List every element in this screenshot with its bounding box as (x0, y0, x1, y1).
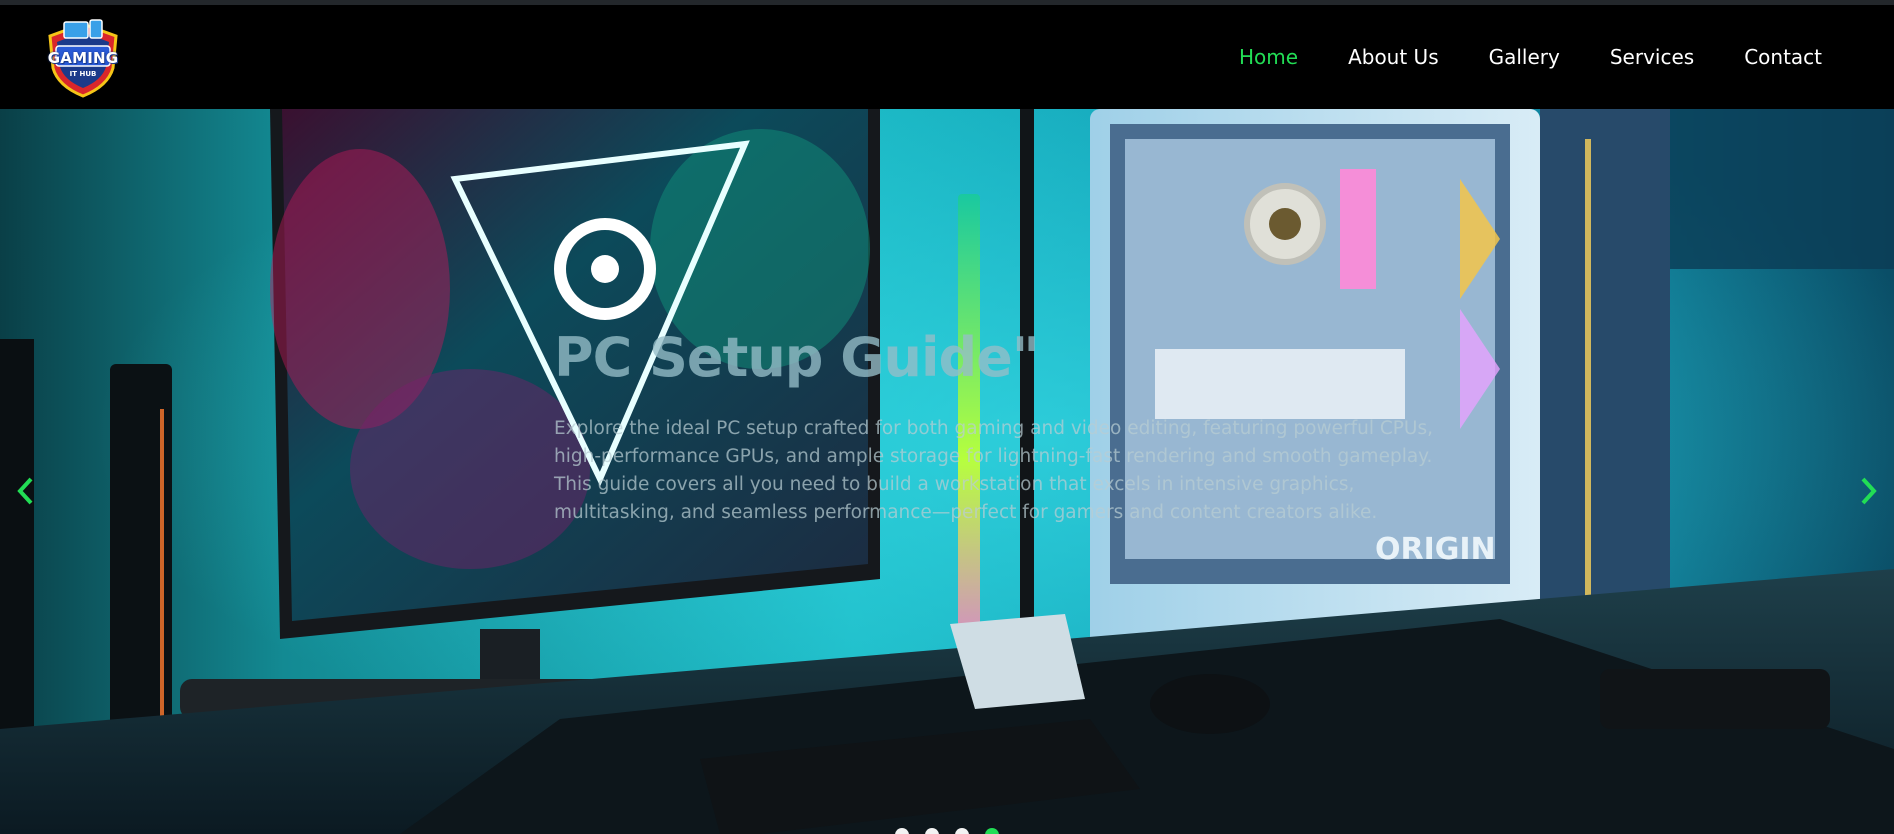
hero-title: PC Setup Guide" (554, 326, 1040, 389)
chevron-left-icon (17, 477, 33, 505)
logo-text: GAMING (47, 49, 119, 67)
carousel-indicators (0, 828, 1894, 834)
hero-caption: PC Setup Guide" Explore the ideal PC set… (554, 327, 1474, 527)
chevron-right-icon (1861, 477, 1877, 505)
navbar: GAMING IT HUB Home About Us Gallery Serv… (0, 5, 1894, 109)
carousel-next-button[interactable] (1848, 467, 1888, 515)
nav-home[interactable]: Home (1239, 45, 1298, 69)
brand-logo[interactable]: GAMING IT HUB (42, 18, 124, 100)
carousel-prev-button[interactable] (6, 467, 46, 515)
nav-about-us[interactable]: About Us (1348, 45, 1439, 69)
case-brand-text: ORIGIN (1375, 532, 1496, 567)
logo-subtext: IT HUB (69, 70, 97, 78)
carousel-indicator-dot[interactable] (955, 828, 969, 834)
carousel-indicator-dot[interactable] (895, 828, 909, 834)
hero-carousel: ORIGIN PC Setup Guide" Explore the ideal… (0, 109, 1894, 834)
nav-gallery[interactable]: Gallery (1489, 45, 1560, 69)
nav-services[interactable]: Services (1610, 45, 1694, 69)
nav-contact[interactable]: Contact (1744, 45, 1822, 69)
main-nav: Home About Us Gallery Services Contact (1189, 5, 1822, 109)
carousel-indicator-dot[interactable] (925, 828, 939, 834)
carousel-indicator-dot[interactable] (985, 828, 999, 834)
hero-description: Explore the ideal PC setup crafted for b… (554, 418, 1433, 523)
